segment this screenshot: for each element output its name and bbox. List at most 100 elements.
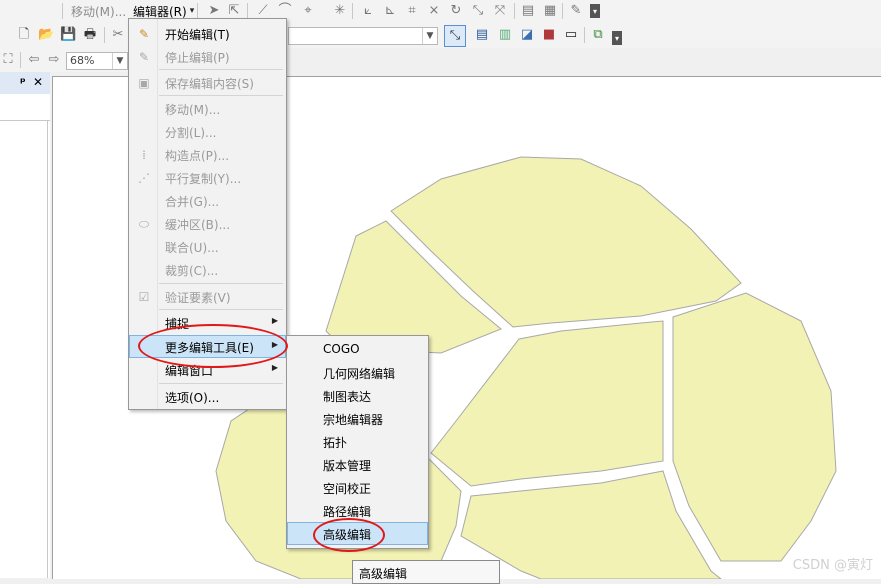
toolbar-separator bbox=[584, 27, 585, 43]
menu-item-label: 缓冲区(B)... bbox=[165, 218, 231, 232]
previous-extent-icon[interactable]: ⇦ bbox=[26, 52, 42, 68]
menu-separator bbox=[159, 95, 283, 96]
catalog-icon[interactable]: ▥ bbox=[497, 27, 513, 43]
trace-icon[interactable]: ⌖ bbox=[300, 3, 316, 19]
zoom-whole-page-icon[interactable]: ⛶ bbox=[0, 52, 16, 68]
straight-segment-icon[interactable]: ⟋ bbox=[255, 3, 271, 19]
submenu-item-geometric-network-editing[interactable]: 几何网络编辑 bbox=[287, 361, 428, 384]
toolbar-separator bbox=[197, 3, 198, 19]
search-window-icon[interactable]: ◪ bbox=[519, 27, 535, 43]
more-editing-tools-submenu: COGO 几何网络编辑 制图表达 宗地编辑器 拓扑 版本管理 空间校正 路径编辑… bbox=[286, 335, 429, 549]
chevron-down-icon: ▼ bbox=[422, 28, 437, 44]
menu-item-start-editing[interactable]: ✎ 开始编辑(T) bbox=[129, 22, 286, 45]
pencil-icon: ✎ bbox=[138, 27, 150, 41]
editor-toolbar-icon[interactable]: ⤡ bbox=[444, 25, 466, 47]
menu-item-label: 构造点(P)... bbox=[165, 149, 230, 163]
chevron-down-icon: ▼ bbox=[112, 53, 127, 69]
toolbar-separator bbox=[247, 3, 248, 19]
annotation-oval bbox=[313, 518, 385, 552]
menu-item-label: 开始编辑(T) bbox=[165, 28, 230, 42]
toolbar-options-icon[interactable]: ▾ bbox=[590, 4, 600, 18]
tooltip: 高级编辑 bbox=[352, 560, 500, 584]
submenu-item-cogo[interactable]: COGO bbox=[287, 338, 428, 361]
split-icon[interactable]: ⨯ bbox=[426, 3, 442, 19]
construct-points-icon: ⁞ bbox=[142, 148, 146, 162]
edit-annotation-icon[interactable]: ⇱ bbox=[226, 3, 242, 19]
parcel bbox=[672, 292, 837, 562]
menu-item-buffer[interactable]: ⬭ 缓冲区(B)... bbox=[129, 212, 286, 235]
arctoolbox-icon[interactable]: ■ bbox=[541, 27, 557, 43]
open-icon[interactable]: 📂 bbox=[38, 27, 54, 43]
submenu-item-label: COGO bbox=[323, 342, 360, 356]
arc-segment-icon[interactable]: ⌒ bbox=[277, 3, 293, 19]
menu-separator bbox=[159, 69, 283, 70]
print-icon[interactable]: 🖶 bbox=[82, 27, 98, 43]
cut-polygon-icon[interactable]: ⌗ bbox=[404, 3, 420, 19]
submenu-item-topology[interactable]: 拓扑 bbox=[287, 430, 428, 453]
save-edits-icon: ▣ bbox=[138, 76, 150, 90]
zoom-combo[interactable]: 68% ▼ bbox=[66, 52, 128, 70]
annotation-oval bbox=[138, 324, 288, 368]
submenu-item-versioning[interactable]: 版本管理 bbox=[287, 453, 428, 476]
scale-icon[interactable]: ⤡ bbox=[470, 3, 486, 19]
cut-icon[interactable]: ✂ bbox=[110, 27, 126, 43]
toc-scrollbar[interactable] bbox=[47, 120, 48, 578]
menu-item-validate-features[interactable]: ☑ 验证要素(V) bbox=[129, 285, 286, 308]
modelbuilder-icon[interactable]: ⧉ bbox=[590, 27, 606, 43]
menu-item-label: 停止编辑(P) bbox=[165, 51, 230, 65]
close-icon[interactable]: ✕ bbox=[33, 75, 43, 89]
toc-panel bbox=[0, 94, 50, 578]
menu-item-label: 合并(G)... bbox=[165, 195, 220, 209]
python-window-icon[interactable]: ▭ bbox=[563, 27, 579, 43]
move-menu[interactable]: 移动(M)... bbox=[71, 3, 126, 20]
menu-separator bbox=[159, 383, 283, 384]
menu-item-label: 联合(U)... bbox=[165, 241, 219, 255]
sketch-properties-icon[interactable]: ▦ bbox=[542, 3, 558, 19]
menu-item-copy-parallel[interactable]: ⋰ 平行复制(Y)... bbox=[129, 166, 286, 189]
parcel bbox=[430, 320, 664, 487]
menu-item-move[interactable]: 移动(M)... bbox=[129, 97, 286, 120]
save-icon[interactable]: 💾 bbox=[60, 27, 76, 43]
menu-separator bbox=[159, 283, 283, 284]
submenu-item-parcel-editor[interactable]: 宗地编辑器 bbox=[287, 407, 428, 430]
menu-item-label: 平行复制(Y)... bbox=[165, 172, 242, 186]
tooltip-text: 高级编辑 bbox=[359, 567, 408, 581]
layout-toolbar: ⛶ ⇦ ⇨ 68% ▼ bbox=[0, 48, 130, 72]
attributes-icon[interactable]: ▤ bbox=[520, 3, 536, 19]
menu-item-split[interactable]: 分割(L)... bbox=[129, 120, 286, 143]
menu-item-merge[interactable]: 合并(G)... bbox=[129, 189, 286, 212]
reshape-icon[interactable]: ⊾ bbox=[382, 3, 398, 19]
edit-vertices-icon[interactable]: ⟀ bbox=[360, 3, 376, 19]
toolbar-separator bbox=[514, 3, 515, 19]
submenu-item-label: 拓扑 bbox=[323, 436, 348, 450]
layer-combo[interactable]: ▼ bbox=[288, 27, 438, 45]
menu-item-label: 分割(L)... bbox=[165, 126, 217, 140]
menu-item-label: 裁剪(C)... bbox=[165, 264, 219, 278]
new-icon[interactable]: 🗋 bbox=[16, 27, 32, 43]
create-features-icon[interactable]: ✎ bbox=[568, 3, 584, 19]
submenu-item-label: 制图表达 bbox=[323, 390, 372, 404]
menu-item-options[interactable]: 选项(O)... bbox=[129, 385, 286, 408]
menu-item-label: 移动(M)... bbox=[165, 103, 221, 117]
toolbar-separator bbox=[562, 3, 563, 19]
topology-icon[interactable]: ⤧ bbox=[492, 3, 508, 19]
table-window-icon[interactable]: ▤ bbox=[474, 27, 490, 43]
point-icon[interactable]: ✳ bbox=[332, 3, 348, 19]
submenu-item-representation[interactable]: 制图表达 bbox=[287, 384, 428, 407]
pin-icon[interactable]: ᵖ bbox=[20, 75, 26, 89]
toolbar-options-icon[interactable]: ▾ bbox=[612, 31, 622, 45]
rotate-icon[interactable]: ↻ bbox=[448, 3, 464, 19]
menu-item-construct-points[interactable]: ⁞ 构造点(P)... bbox=[129, 143, 286, 166]
toolbar-separator bbox=[104, 27, 105, 43]
menu-item-union[interactable]: 联合(U)... bbox=[129, 235, 286, 258]
submenu-item-label: 空间校正 bbox=[323, 482, 372, 496]
watermark: CSDN @寅灯 bbox=[792, 558, 873, 573]
next-extent-icon[interactable]: ⇨ bbox=[46, 52, 62, 68]
submenu-arrow-icon: ▶ bbox=[271, 363, 278, 372]
menu-item-stop-editing[interactable]: ✎ 停止编辑(P) bbox=[129, 45, 286, 68]
menu-item-clip[interactable]: 裁剪(C)... bbox=[129, 258, 286, 281]
submenu-item-spatial-adjustment[interactable]: 空间校正 bbox=[287, 476, 428, 499]
menu-item-save-edits[interactable]: ▣ 保存编辑内容(S) bbox=[129, 71, 286, 94]
edit-tool-icon[interactable]: ➤ bbox=[206, 3, 222, 19]
zoom-value: 68% bbox=[70, 54, 95, 67]
